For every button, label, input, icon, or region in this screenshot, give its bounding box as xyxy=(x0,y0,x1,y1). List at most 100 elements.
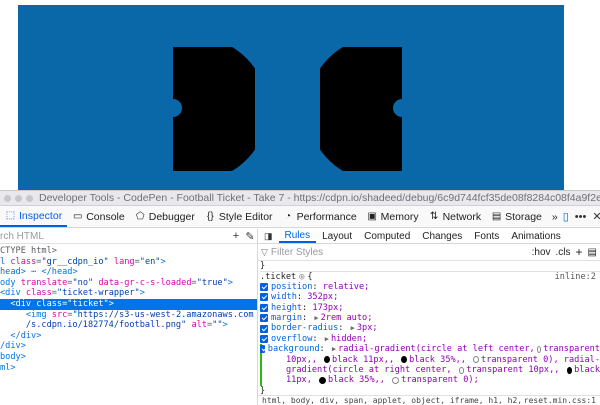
responsive-design-icon[interactable]: ▯ xyxy=(563,210,569,223)
minimize-window-button[interactable] xyxy=(15,194,22,202)
css-property[interactable]: overflow xyxy=(271,334,312,344)
css-value[interactable]: transparent 0), radial- xyxy=(481,355,600,365)
declaration-checkbox[interactable] xyxy=(260,303,268,312)
css-value[interactable]: 11px, xyxy=(286,375,317,385)
rule-selector[interactable]: .ticket xyxy=(260,272,296,282)
tab-computed[interactable]: Computed xyxy=(358,229,416,243)
tab-label: Network xyxy=(442,210,482,223)
sidebar-toggle-button[interactable]: ◨ xyxy=(258,229,279,243)
css-value[interactable]: 2rem auto; xyxy=(321,313,373,323)
css-value[interactable]: relative; xyxy=(323,282,370,292)
close-devtools-icon[interactable]: ✕ xyxy=(592,210,600,223)
markup-node[interactable]: ody translate="no" data-gr-c-s-loaded="t… xyxy=(0,278,257,289)
markup-node[interactable]: l class="gr__cdpn_io" lang="en"> xyxy=(0,257,257,268)
css-value[interactable]: black xyxy=(574,365,600,375)
declaration-checkbox[interactable] xyxy=(260,334,268,343)
tab-console[interactable]: ▭ Console xyxy=(67,206,130,227)
css-property[interactable]: position xyxy=(271,282,312,292)
search-html-input[interactable]: rch HTML xyxy=(0,231,229,242)
eyedropper-icon[interactable]: ✎ xyxy=(243,230,257,243)
markup-node[interactable]: </div> xyxy=(0,331,257,342)
markup-node[interactable]: /div> xyxy=(0,341,257,352)
markup-node[interactable]: head> ⋯ </head> xyxy=(0,267,257,278)
color-swatch[interactable] xyxy=(324,356,331,364)
rule-source-link[interactable]: reset.min.css:1 xyxy=(524,396,596,405)
css-property[interactable]: background xyxy=(268,344,320,354)
color-swatch[interactable] xyxy=(473,356,480,364)
css-value[interactable]: transparent 10px,, xyxy=(466,365,564,375)
css-value[interactable]: transparent xyxy=(543,344,600,354)
markup-tree: CTYPE html> l class="gr__cdpn_io" lang="e… xyxy=(0,244,257,373)
hover-state-button[interactable]: :hov xyxy=(532,247,551,258)
color-swatch[interactable] xyxy=(566,366,573,374)
declaration-checkbox[interactable] xyxy=(260,345,265,354)
expand-triangle-icon[interactable]: ▶ xyxy=(332,344,336,354)
css-value[interactable]: black 35%,, xyxy=(328,375,390,385)
tab-storage[interactable]: ▤ Storage xyxy=(486,206,547,227)
class-toggle-button[interactable]: .cls xyxy=(556,247,571,258)
print-media-icon[interactable]: ▤ xyxy=(588,247,597,258)
filter-styles-input[interactable]: Filter Styles xyxy=(271,247,532,258)
markup-node-selected[interactable]: <div class="ticket"> xyxy=(0,298,257,310)
declaration-checkbox[interactable] xyxy=(260,293,268,302)
css-value[interactable]: gradient(circle at right center, xyxy=(286,365,457,375)
color-swatch[interactable] xyxy=(536,345,542,353)
color-swatch[interactable] xyxy=(319,376,327,384)
add-rule-button[interactable]: + xyxy=(576,245,583,259)
css-value[interactable]: hidden; xyxy=(331,334,367,344)
tab-rules[interactable]: Rules xyxy=(278,229,317,243)
css-value[interactable]: 173px; xyxy=(312,303,343,313)
css-property[interactable]: margin xyxy=(271,313,302,323)
declaration-row-continued: gradient(circle at right center, transpa… xyxy=(260,365,600,375)
tab-inspector[interactable]: ⬚ Inspector xyxy=(0,206,68,227)
markup-node[interactable]: body> xyxy=(0,352,257,363)
expand-triangle-icon[interactable]: ▶ xyxy=(351,323,355,333)
css-value[interactable]: 10px,, xyxy=(286,355,322,365)
colon: : xyxy=(296,292,308,303)
color-swatch[interactable] xyxy=(392,376,400,384)
tab-style-editor[interactable]: {} Style Editor xyxy=(200,206,278,227)
css-property[interactable]: height xyxy=(271,303,302,313)
add-node-button[interactable]: + xyxy=(229,230,243,242)
tab-performance[interactable]: ◔ Performance xyxy=(278,206,362,227)
markup-node[interactable]: /s.cdpn.io/182774/football.png" alt=""> xyxy=(0,320,257,331)
tab-network[interactable]: ⇅ Network xyxy=(424,206,487,227)
tab-fonts[interactable]: Fonts xyxy=(468,229,505,243)
css-value[interactable]: 352px; xyxy=(307,292,338,302)
css-property[interactable]: border-radius xyxy=(271,323,338,333)
markup-node[interactable]: <div class="ticket-wrapper"> xyxy=(0,288,257,299)
rule-source-link[interactable]: inline:2 xyxy=(555,272,600,282)
css-value[interactable]: black 11px,, xyxy=(332,355,399,365)
color-swatch[interactable] xyxy=(458,366,465,374)
tab-debugger[interactable]: ⬠ Debugger xyxy=(130,206,200,227)
css-value[interactable]: radial-gradient(circle at left center, xyxy=(338,344,535,354)
colon: : xyxy=(302,302,313,313)
css-value[interactable]: 3px; xyxy=(357,323,378,333)
toolbar-right-controls: ▯ ••• ✕ xyxy=(563,206,600,227)
css-value[interactable]: transparent 0); xyxy=(401,375,479,385)
more-options-icon[interactable]: ••• xyxy=(575,211,587,223)
tab-memory[interactable]: ▣ Memory xyxy=(362,206,424,227)
markup-node[interactable]: <img src="https://s3-us-west-2.amazonaws… xyxy=(0,310,257,321)
selector-highlight-icon[interactable]: ◎ xyxy=(299,272,304,282)
maximize-window-button[interactable] xyxy=(26,194,33,202)
close-window-button[interactable] xyxy=(4,194,11,202)
declaration-checkbox[interactable] xyxy=(260,324,268,333)
expand-triangle-icon[interactable]: ▶ xyxy=(314,313,318,323)
declaration-checkbox[interactable] xyxy=(260,282,268,291)
declaration-checkbox[interactable] xyxy=(260,314,268,323)
css-value[interactable]: black 35%,, xyxy=(409,355,471,365)
page-preview xyxy=(0,0,600,190)
markup-node[interactable]: CTYPE html> xyxy=(0,246,257,257)
more-tools-button[interactable]: » xyxy=(547,206,563,227)
tab-changes[interactable]: Changes xyxy=(416,229,468,243)
tab-layout[interactable]: Layout xyxy=(316,229,358,243)
markup-node[interactable]: ml> xyxy=(0,363,257,374)
expand-triangle-icon[interactable]: ▶ xyxy=(325,334,329,344)
css-property[interactable]: width xyxy=(271,292,297,302)
window-controls[interactable] xyxy=(4,194,33,202)
tab-animations[interactable]: Animations xyxy=(505,229,566,243)
tab-label: Inspector xyxy=(19,209,63,222)
color-swatch[interactable] xyxy=(401,356,408,364)
tab-label: Console xyxy=(86,210,125,223)
